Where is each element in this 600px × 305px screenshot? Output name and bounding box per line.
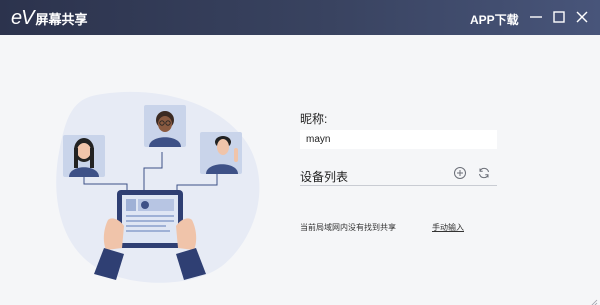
- device-list-divider: [300, 185, 497, 186]
- no-share-message: 当前局域网内没有找到共享: [300, 223, 396, 232]
- app-title: 屏幕共享: [35, 11, 88, 27]
- avatar-man-glasses: [144, 105, 186, 147]
- avatar-woman: [63, 135, 105, 177]
- tablet-device: [117, 190, 183, 248]
- device-list-label: 设备列表: [300, 170, 349, 184]
- nickname-label: 昵称:: [300, 112, 328, 126]
- app-logo: eV 屏幕共享: [11, 7, 87, 29]
- minimize-icon[interactable]: [528, 9, 544, 25]
- avatar-man-waving: [200, 132, 242, 174]
- refresh-icon[interactable]: [477, 166, 491, 180]
- manual-input-link[interactable]: 手动输入: [432, 222, 464, 233]
- resize-grip-icon[interactable]: [589, 294, 598, 305]
- nickname-input[interactable]: [300, 130, 497, 149]
- close-icon[interactable]: [574, 9, 590, 25]
- screen-share-illustration: [52, 88, 267, 288]
- title-bar: eV 屏幕共享 APP下载: [0, 0, 600, 35]
- maximize-icon[interactable]: [551, 9, 567, 25]
- add-icon[interactable]: [453, 166, 467, 180]
- app-download-link[interactable]: APP下载: [470, 11, 519, 28]
- logo-ev: eV: [11, 6, 34, 29]
